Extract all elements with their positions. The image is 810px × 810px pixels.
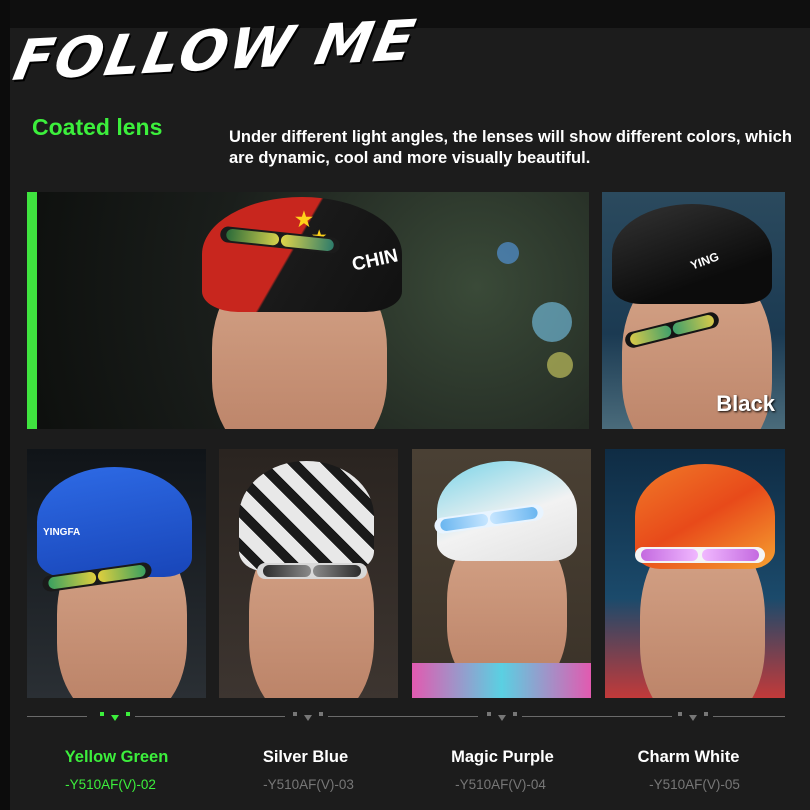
variant-photo-silver-blue (219, 449, 398, 698)
accent-bar (27, 192, 37, 429)
variant-name[interactable]: Charm White (592, 748, 785, 767)
marker-icon (293, 712, 323, 722)
swim-cap (612, 204, 772, 304)
feature-title: Coated lens (32, 114, 163, 140)
star-icon: ★ (295, 209, 313, 231)
divider (522, 716, 672, 717)
variant-photo-magic-purple (412, 449, 591, 698)
left-band (0, 0, 10, 810)
bokeh-light (497, 242, 519, 264)
feature-description: Under different light angles, the lenses… (229, 128, 792, 167)
variant-photo-yellow-green: YINGFA (27, 449, 206, 698)
marker-icon (678, 712, 708, 722)
bokeh-light (532, 302, 572, 342)
black-variant-photo: YING Black (602, 192, 785, 429)
cap-print: YINGFA (43, 527, 81, 538)
variant-model: -Y510AF(V)-04 (455, 777, 546, 792)
swim-cap (37, 467, 192, 577)
variant-label: Black (716, 391, 775, 416)
hero-photo: CHIN ★ ★ (27, 192, 589, 429)
bokeh-light (547, 352, 573, 378)
divider (135, 716, 285, 717)
variant-model: -Y510AF(V)-05 (649, 777, 740, 792)
divider (328, 716, 478, 717)
goggles (635, 547, 765, 563)
swim-cap (239, 461, 374, 571)
divider (713, 716, 785, 717)
variant-name[interactable]: Silver Blue (209, 748, 402, 767)
marker-icon (487, 712, 517, 722)
variant-name[interactable]: Yellow Green (20, 748, 213, 767)
variant-model: -Y510AF(V)-03 (263, 777, 354, 792)
active-marker-icon (100, 712, 130, 722)
swimsuit (412, 663, 591, 698)
goggles (257, 563, 367, 579)
variant-photo-charm-white (605, 449, 785, 698)
variant-model: -Y510AF(V)-02 (65, 777, 156, 792)
variant-name[interactable]: Magic Purple (406, 748, 599, 767)
divider (27, 716, 87, 717)
